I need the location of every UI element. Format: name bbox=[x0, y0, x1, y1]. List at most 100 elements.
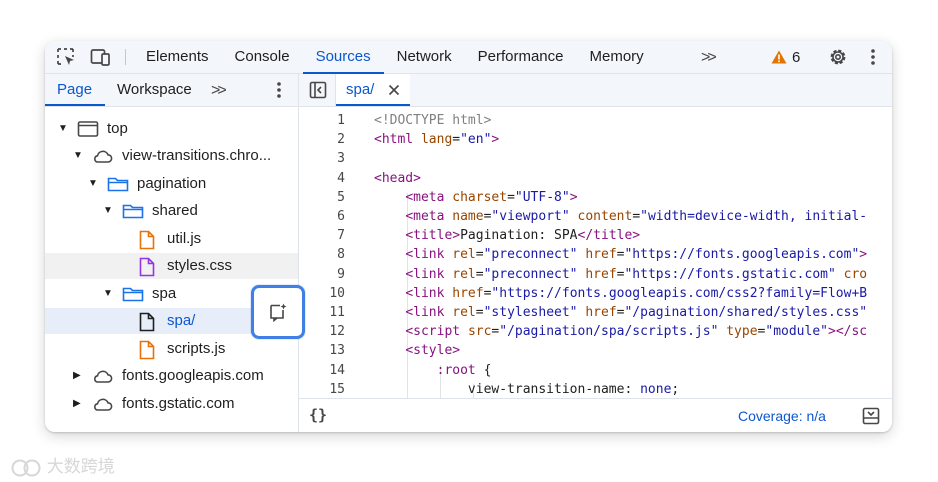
tab-page[interactable]: Page bbox=[57, 74, 92, 106]
settings-gear-icon[interactable] bbox=[828, 47, 848, 67]
tab-sources[interactable]: Sources bbox=[302, 41, 384, 74]
line-number[interactable]: 15 bbox=[299, 382, 345, 397]
code-line[interactable]: <link rel="stylesheet" href="/pagination… bbox=[374, 305, 867, 320]
tree-item-file[interactable]: util.js bbox=[45, 226, 298, 252]
expanded-arrow-icon[interactable]: ▼ bbox=[103, 281, 113, 307]
tab-network[interactable]: Network bbox=[384, 41, 465, 73]
warning-count: 6 bbox=[792, 48, 801, 66]
tree-item-top[interactable]: ▼ top bbox=[45, 116, 298, 142]
tab-memory[interactable]: Memory bbox=[577, 41, 657, 73]
code-line[interactable]: <html lang="en"> bbox=[374, 132, 499, 147]
navigator-menu-icon[interactable] bbox=[269, 80, 289, 105]
expanded-arrow-icon[interactable]: ▼ bbox=[103, 198, 113, 224]
tab-performance[interactable]: Performance bbox=[465, 41, 577, 73]
watermark-logo-icon bbox=[11, 459, 41, 477]
code-token: rel bbox=[452, 247, 476, 263]
code-line[interactable]: <link rel="preconnect" href="https://fon… bbox=[374, 247, 867, 262]
code-line[interactable]: <title>Pagination: SPA</title> bbox=[374, 228, 640, 243]
tree-item-file[interactable]: scripts.js bbox=[45, 336, 298, 362]
tree-item-label: scripts.js bbox=[167, 340, 226, 357]
tab-elements[interactable]: Elements bbox=[133, 41, 222, 73]
tree-item-label: styles.css bbox=[167, 257, 233, 274]
code-token: = bbox=[475, 247, 484, 263]
expanded-arrow-icon[interactable]: ▼ bbox=[88, 171, 98, 197]
code-token: <style> bbox=[405, 343, 461, 359]
line-number[interactable]: 3 bbox=[299, 151, 345, 166]
tree-item-folder[interactable]: ▼ shared bbox=[45, 198, 298, 224]
devtools-window: Elements Console Sources Network Perform… bbox=[45, 41, 892, 432]
code-token: href bbox=[452, 285, 484, 301]
code-token: "module" bbox=[765, 324, 828, 340]
active-file-indicator bbox=[336, 104, 410, 106]
pretty-print-button[interactable]: {} bbox=[309, 406, 327, 424]
line-number[interactable]: 1 bbox=[299, 113, 345, 128]
cloud-icon bbox=[91, 367, 113, 385]
collapsed-arrow-icon[interactable]: ▶ bbox=[73, 363, 81, 389]
toggle-drawer-icon[interactable] bbox=[862, 407, 880, 430]
code-line[interactable]: <head> bbox=[374, 171, 421, 186]
line-number[interactable]: 4 bbox=[299, 171, 345, 186]
tree-item-label: shared bbox=[152, 202, 198, 219]
line-number[interactable]: 13 bbox=[299, 343, 345, 358]
line-number[interactable]: 5 bbox=[299, 190, 345, 205]
more-options-icon[interactable] bbox=[863, 47, 883, 67]
toolbar-divider bbox=[125, 49, 126, 65]
watermark-text: 大数跨境 bbox=[46, 457, 115, 476]
code-line[interactable]: <meta charset="UTF-8"> bbox=[374, 190, 577, 205]
code-editor[interactable]: 1 <!DOCTYPE html> 2 <html lang="en"> 3 4 <head… bbox=[299, 107, 892, 398]
code-line[interactable]: view-transition-name: none; bbox=[374, 382, 679, 397]
toggle-navigator-icon[interactable] bbox=[309, 81, 327, 104]
line-number[interactable]: 7 bbox=[299, 228, 345, 243]
editor-file-tab-label: spa/ bbox=[346, 81, 375, 98]
code-token: name bbox=[452, 209, 484, 224]
css-file-icon bbox=[138, 257, 158, 277]
code-token: content bbox=[577, 209, 633, 224]
tree-item-file[interactable]: styles.css bbox=[45, 253, 298, 279]
warnings-counter[interactable]: 6 bbox=[771, 48, 801, 66]
inspect-element-icon[interactable] bbox=[56, 47, 76, 67]
more-tabs-icon[interactable]: >> bbox=[701, 49, 717, 67]
code-token: <html bbox=[374, 132, 421, 148]
code-line[interactable]: <link href="https://fonts.googleapis.com… bbox=[374, 286, 867, 301]
cloud-icon bbox=[91, 395, 113, 413]
line-number[interactable]: 6 bbox=[299, 209, 345, 224]
code-token: none bbox=[640, 381, 672, 397]
device-toolbar-icon[interactable] bbox=[90, 47, 110, 67]
code-line[interactable]: :root { bbox=[374, 363, 492, 378]
code-line[interactable]: <style> bbox=[374, 343, 460, 358]
code-line[interactable]: <script src="/pagination/spa/scripts.js"… bbox=[374, 324, 867, 339]
code-line[interactable]: <meta name="viewport" content="width=dev… bbox=[374, 209, 867, 224]
line-number[interactable]: 2 bbox=[299, 132, 345, 147]
line-number[interactable]: 14 bbox=[299, 363, 345, 378]
line-number[interactable]: 10 bbox=[299, 286, 345, 301]
close-tab-icon[interactable] bbox=[387, 83, 401, 102]
tree-item-domain[interactable]: ▶ fonts.gstatic.com bbox=[45, 391, 298, 417]
line-number[interactable]: 8 bbox=[299, 247, 345, 262]
expanded-arrow-icon[interactable]: ▼ bbox=[58, 116, 68, 142]
ai-assistance-button[interactable] bbox=[251, 285, 305, 339]
line-number[interactable]: 12 bbox=[299, 324, 345, 339]
code-line[interactable]: <!DOCTYPE html> bbox=[374, 113, 491, 128]
collapsed-arrow-icon[interactable]: ▶ bbox=[73, 391, 81, 417]
tree-item-domain[interactable]: ▼ view-transitions.chro... bbox=[45, 143, 298, 169]
code-token: href bbox=[585, 266, 617, 282]
tree-item-folder[interactable]: ▼ pagination bbox=[45, 171, 298, 197]
line-number[interactable]: 11 bbox=[299, 305, 345, 320]
more-navigator-tabs-icon[interactable]: >> bbox=[211, 82, 227, 100]
line-number[interactable]: 9 bbox=[299, 267, 345, 282]
editor-file-tab[interactable]: spa/ bbox=[336, 74, 410, 106]
code-token: lang bbox=[420, 132, 453, 148]
code-token: ></sc bbox=[828, 324, 868, 340]
tab-console[interactable]: Console bbox=[222, 41, 303, 73]
coverage-label[interactable]: Coverage: n/a bbox=[738, 408, 826, 424]
expanded-arrow-icon[interactable]: ▼ bbox=[73, 143, 83, 169]
code-line[interactable]: <link rel="preconnect" href="https://fon… bbox=[374, 267, 867, 282]
tab-workspace[interactable]: Workspace bbox=[117, 74, 192, 106]
tree-item-domain[interactable]: ▶ fonts.googleapis.com bbox=[45, 363, 298, 389]
